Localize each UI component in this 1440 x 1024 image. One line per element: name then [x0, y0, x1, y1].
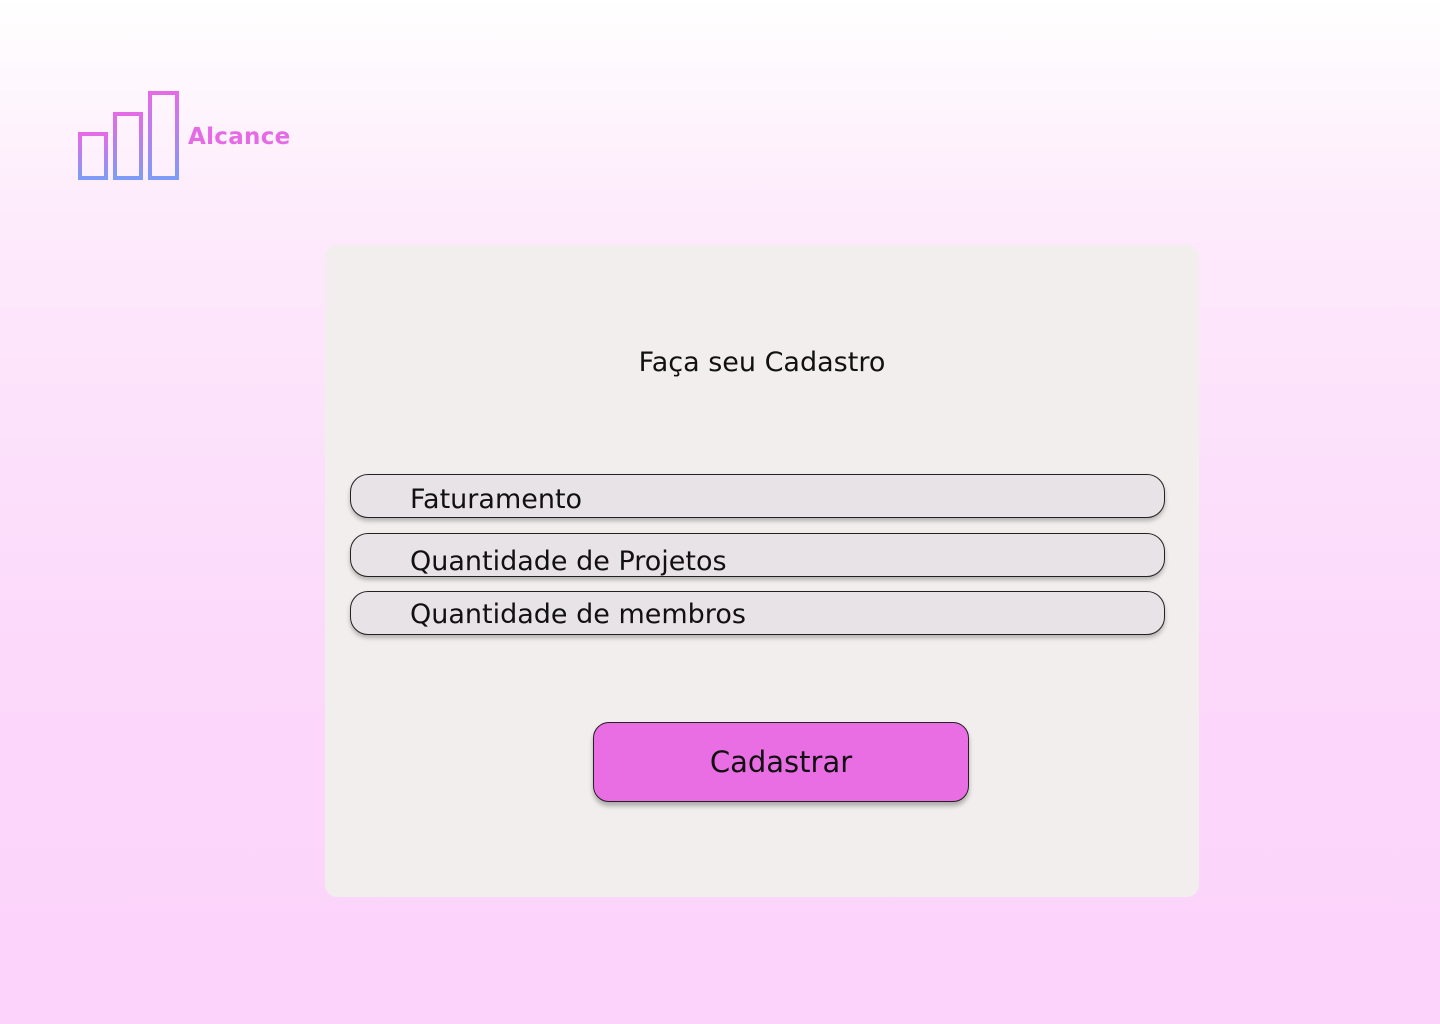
revenue-field-container	[350, 474, 1165, 518]
projects-count-input[interactable]	[351, 534, 1164, 576]
register-button[interactable]: Cadastrar	[593, 722, 969, 802]
brand-logo[interactable]: Alcance	[64, 86, 314, 186]
members-count-input[interactable]	[351, 592, 1164, 634]
members-count-field-container	[350, 591, 1165, 635]
revenue-input[interactable]	[351, 475, 1164, 517]
registration-card: Faça seu Cadastro Cadastrar	[325, 245, 1199, 897]
projects-count-field-container	[350, 533, 1165, 577]
bar-chart-logo-icon	[66, 91, 193, 181]
form-title: Faça seu Cadastro	[638, 347, 886, 378]
brand-name: Alcance	[188, 124, 291, 150]
